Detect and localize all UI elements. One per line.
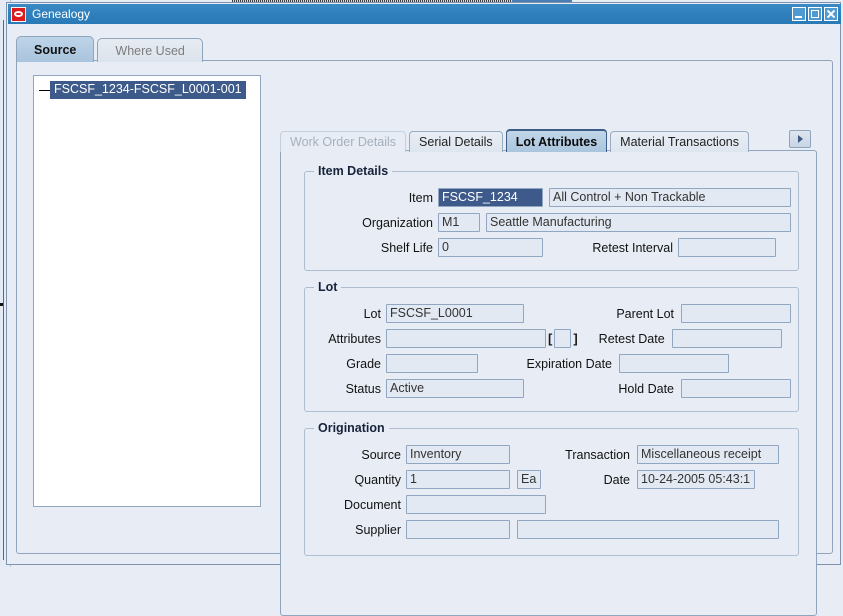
- tree-collapse-connector-icon: [39, 89, 50, 91]
- background-window-left-marker: [0, 303, 3, 306]
- retest-date-field[interactable]: [671, 329, 782, 348]
- window-title-bar: Genealogy: [8, 4, 841, 24]
- tree-item-label[interactable]: FSCSF_1234-FSCSF_L0001-001: [50, 81, 246, 99]
- item-label: Item: [408, 190, 433, 205]
- lot-label: Lot: [363, 306, 381, 321]
- source-field[interactable]: Inventory: [406, 445, 510, 464]
- item-description-field[interactable]: All Control + Non Trackable: [549, 188, 791, 207]
- background-window-left-line: [3, 20, 4, 560]
- supplier-row: Supplier: [305, 520, 779, 539]
- shelf-life-field[interactable]: 0: [438, 238, 543, 257]
- expiration-date-label: Expiration Date: [526, 356, 612, 371]
- lot-field[interactable]: FSCSF_L0001: [386, 304, 524, 323]
- organization-code-field[interactable]: M1: [438, 213, 480, 232]
- lot-legend: Lot: [314, 280, 342, 294]
- lot-group: Lot Lot FSCSF_L0001 Parent Lot Attribute…: [304, 280, 799, 412]
- details-region: Work Order Details Serial Details Lot At…: [273, 71, 819, 616]
- transaction-label: Transaction: [565, 447, 630, 462]
- application-root: Genealogy Source Where Used FSCSF_1234-F…: [0, 0, 843, 616]
- tree-item[interactable]: FSCSF_1234-FSCSF_L0001-001: [39, 81, 246, 99]
- supplier-code-field[interactable]: [406, 520, 510, 539]
- origination-legend: Origination: [314, 421, 389, 435]
- tab-material-transactions[interactable]: Material Transactions: [610, 131, 749, 152]
- source-row: Source Inventory Transaction Miscellaneo…: [305, 445, 779, 464]
- organization-label: Organization: [362, 215, 433, 230]
- lot-row: Lot FSCSF_L0001 Parent Lot: [305, 304, 791, 323]
- transaction-field[interactable]: Miscellaneous receipt: [637, 445, 779, 464]
- tab-material-transactions-label: Material Transactions: [620, 135, 739, 149]
- tab-lot-attributes-label: Lot Attributes: [515, 134, 598, 149]
- outer-tab-bar: Source Where Used: [16, 36, 203, 62]
- genealogy-window: Genealogy Source Where Used FSCSF_1234-F…: [6, 2, 841, 616]
- genealogy-tree-panel[interactable]: FSCSF_1234-FSCSF_L0001-001: [33, 75, 261, 507]
- quantity-field[interactable]: 1: [406, 470, 510, 489]
- bracket-open: [: [548, 331, 553, 346]
- quantity-row: Quantity 1 Ea Date 10-24-2005 05:43:1: [305, 470, 755, 489]
- item-field[interactable]: FSCSF_1234: [438, 188, 543, 207]
- attributes-row: Attributes [ ] Retest Date: [305, 329, 782, 348]
- item-details-legend: Item Details: [314, 164, 393, 178]
- tab-source-label: Source: [34, 42, 77, 57]
- minimize-button[interactable]: [792, 7, 806, 21]
- tab-serial-details-label: Serial Details: [419, 135, 493, 149]
- document-label: Document: [344, 497, 401, 512]
- tab-serial-details[interactable]: Serial Details: [409, 131, 503, 152]
- parent-lot-field[interactable]: [681, 304, 791, 323]
- grade-label: Grade: [346, 356, 381, 371]
- window-controls: [792, 7, 841, 21]
- window-title: Genealogy: [32, 7, 91, 21]
- tab-lot-attributes[interactable]: Lot Attributes: [505, 129, 608, 152]
- parent-lot-label: Parent Lot: [616, 306, 674, 321]
- grade-field[interactable]: [386, 354, 478, 373]
- uom-field[interactable]: Ea: [517, 470, 541, 489]
- hold-date-label: Hold Date: [618, 381, 674, 396]
- shelf-life-row: Shelf Life 0 Retest Interval: [305, 238, 776, 257]
- organization-row: Organization M1 Seattle Manufacturing: [305, 213, 791, 232]
- tab-work-order-details: Work Order Details: [280, 131, 407, 152]
- source-label: Source: [361, 447, 401, 462]
- organization-name-field[interactable]: Seattle Manufacturing: [486, 213, 791, 232]
- retest-interval-label: Retest Interval: [592, 240, 673, 255]
- item-details-group: Item Details Item FSCSF_1234 All Control…: [304, 164, 799, 271]
- attributes-label: Attributes: [328, 331, 381, 346]
- document-field[interactable]: [406, 495, 546, 514]
- status-label: Status: [345, 381, 381, 396]
- oracle-logo-icon: [11, 6, 26, 22]
- status-field[interactable]: Active: [386, 379, 524, 398]
- tab-work-order-details-label: Work Order Details: [290, 135, 397, 149]
- status-row: Status Active Hold Date: [305, 379, 791, 398]
- tab-source[interactable]: Source: [16, 36, 95, 62]
- hold-date-field[interactable]: [681, 379, 791, 398]
- grade-row: Grade Expiration Date: [305, 354, 729, 373]
- attributes-flex-button[interactable]: [554, 329, 572, 348]
- date-label: Date: [603, 472, 630, 487]
- supplier-label: Supplier: [355, 522, 401, 537]
- quantity-label: Quantity: [354, 472, 401, 487]
- tab-where-used-label: Where Used: [115, 43, 185, 58]
- retest-interval-field[interactable]: [678, 238, 776, 257]
- lot-attributes-panel: Item Details Item FSCSF_1234 All Control…: [280, 150, 817, 616]
- retest-date-label: Retest Date: [598, 331, 665, 346]
- origination-group: Origination Source Inventory Transaction…: [304, 421, 799, 556]
- bracket-close: ]: [573, 331, 578, 346]
- expiration-date-field[interactable]: [619, 354, 729, 373]
- supplier-name-field[interactable]: [517, 520, 779, 539]
- date-field[interactable]: 10-24-2005 05:43:1: [637, 470, 755, 489]
- close-button[interactable]: [824, 7, 838, 21]
- shelf-life-label: Shelf Life: [380, 240, 433, 255]
- inner-tab-bar: Work Order Details Serial Details Lot At…: [280, 129, 752, 152]
- maximize-button[interactable]: [808, 7, 822, 21]
- item-row: Item FSCSF_1234 All Control + Non Tracka…: [305, 188, 791, 207]
- document-row: Document: [305, 495, 546, 514]
- attributes-field[interactable]: [386, 329, 546, 348]
- chevron-right-icon: [798, 135, 803, 143]
- source-tab-panel: FSCSF_1234-FSCSF_L0001-001 Work Order De…: [16, 60, 833, 616]
- tab-where-used[interactable]: Where Used: [97, 38, 203, 62]
- tab-scroll-button[interactable]: [789, 130, 811, 148]
